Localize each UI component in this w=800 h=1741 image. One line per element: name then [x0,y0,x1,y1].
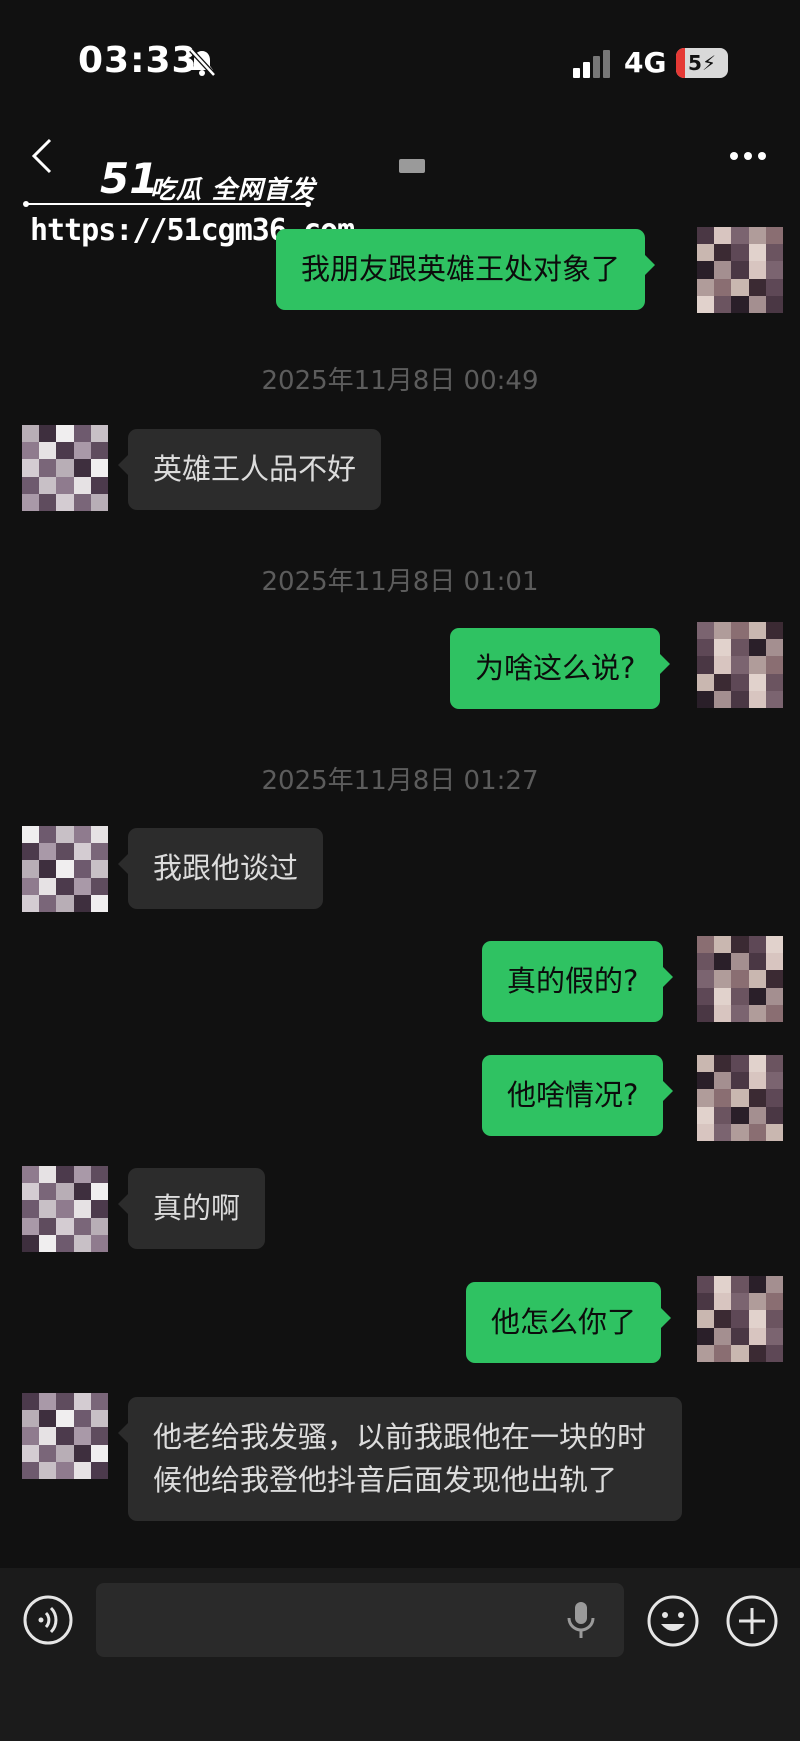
chat-title-blurred [399,159,425,173]
avatar-me[interactable] [697,227,783,313]
avatar-me[interactable] [697,936,783,1022]
network-type: 4G [624,46,667,79]
avatar-contact[interactable] [22,425,108,511]
message-bubble-sent[interactable]: 真的假的? [482,941,674,1022]
timestamp: 2025年11月8日 01:27 [261,766,539,796]
voice-icon[interactable] [22,1594,74,1646]
emoji-icon[interactable] [646,1594,700,1648]
avatar-contact[interactable] [22,1393,108,1479]
bell-muted-icon [189,48,216,77]
signal-icon [573,50,610,78]
avatar-contact[interactable] [22,1166,108,1252]
message-bubble-received[interactable]: 英雄王人品不好 [117,429,382,510]
avatar-me[interactable] [697,1055,783,1141]
chevron-left-icon[interactable] [30,136,54,176]
plus-icon[interactable] [725,1594,779,1648]
battery-indicator: 5⚡ [676,48,728,78]
status-time: 03:33 [78,40,198,81]
avatar-me[interactable] [697,1276,783,1362]
message-bubble-received[interactable]: 我跟他谈过 [117,828,324,909]
timestamp: 2025年11月8日 00:49 [261,366,539,396]
message-bubble-sent[interactable]: 我朋友跟英雄王处对象了 [276,229,656,310]
message-bubble-sent[interactable]: 他啥情况? [482,1055,674,1136]
watermark-divider [23,201,311,207]
timestamp: 2025年11月8日 01:01 [261,567,539,597]
message-bubble-sent[interactable]: 他怎么你了 [466,1282,672,1363]
message-bubble-received[interactable]: 他老给我发骚，以前我跟他在一块的时候他给我登他抖音后面发现他出轨了 [118,1397,682,1521]
avatar-me[interactable] [697,622,783,708]
avatar-contact[interactable] [22,826,108,912]
ellipsis-icon[interactable] [728,150,768,162]
message-input[interactable] [96,1583,624,1657]
message-bubble-sent[interactable]: 为啥这么说? [450,628,671,709]
battery-level: 5 [688,51,702,75]
message-bubble-received[interactable]: 真的啊 [117,1168,266,1249]
mic-icon[interactable] [566,1600,596,1640]
